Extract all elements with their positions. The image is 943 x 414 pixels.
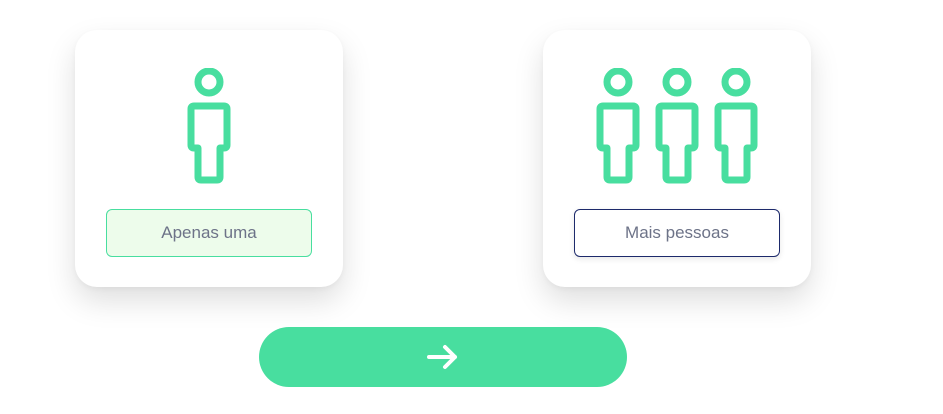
apenas-uma-button[interactable]: Apenas uma xyxy=(106,209,312,257)
arrow-right-icon xyxy=(427,345,457,369)
person-icon xyxy=(187,68,231,184)
option-card-single[interactable]: Apenas uma xyxy=(75,30,343,287)
next-button[interactable] xyxy=(259,327,627,387)
single-person-figure xyxy=(75,68,343,188)
option-card-multiple[interactable]: Mais pessoas xyxy=(543,30,811,287)
people-group-icon xyxy=(596,68,758,184)
mais-pessoas-button[interactable]: Mais pessoas xyxy=(574,209,780,257)
people-group-figure xyxy=(543,68,811,188)
page: Apenas uma Mais pessoas xyxy=(0,0,943,414)
